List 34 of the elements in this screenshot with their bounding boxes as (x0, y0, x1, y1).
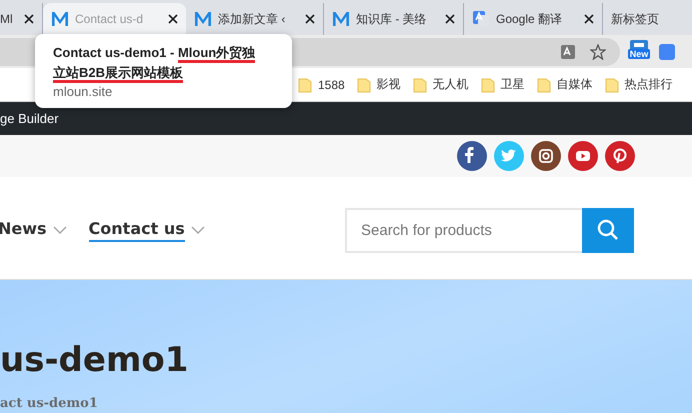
folder-icon (298, 76, 312, 92)
bookmark-item[interactable]: 自媒体 (536, 76, 593, 93)
close-icon[interactable] (24, 14, 34, 24)
page-title: us-demo1 (0, 340, 190, 380)
bookmark-item[interactable]: 热点排行 (604, 76, 673, 93)
folder-icon (412, 76, 427, 92)
star-icon[interactable] (590, 44, 606, 60)
search-field[interactable]: Search for products (345, 208, 582, 252)
nav-link[interactable]: Contact us (88, 218, 185, 242)
bookmark-item[interactable]: 无人机 (412, 76, 469, 93)
search-button[interactable] (582, 208, 634, 252)
translate-icon (560, 44, 576, 60)
pinterest-icon[interactable] (605, 141, 635, 171)
youtube-icon[interactable] (568, 141, 598, 171)
close-icon[interactable] (584, 14, 594, 24)
tooltip-url: mloun.site (53, 83, 114, 101)
folder-icon (604, 76, 619, 92)
admin-bar-item[interactable]: ge Builder (0, 111, 59, 126)
extension-icon (658, 42, 676, 60)
extension-button[interactable]: New (626, 38, 652, 64)
bookmark-item[interactable]: 1588 (298, 76, 345, 92)
folder-icon (356, 76, 371, 92)
bookmark-item[interactable]: 影视 (356, 76, 401, 93)
search-icon (597, 219, 619, 241)
bookmark-item[interactable]: 卫星 (480, 76, 525, 93)
close-icon[interactable] (445, 14, 455, 24)
facebook-icon[interactable] (457, 141, 487, 171)
folder-icon (536, 76, 551, 92)
close-icon[interactable] (168, 14, 178, 24)
breadcrumb: act us-demo1 (0, 396, 99, 411)
instagram-icon[interactable] (531, 141, 561, 171)
folder-icon (480, 76, 495, 92)
close-icon[interactable] (305, 14, 315, 24)
tooltip-title: Contact us-demo1 - Mloun外贸独立站B2B展示网站模板 (53, 43, 265, 83)
